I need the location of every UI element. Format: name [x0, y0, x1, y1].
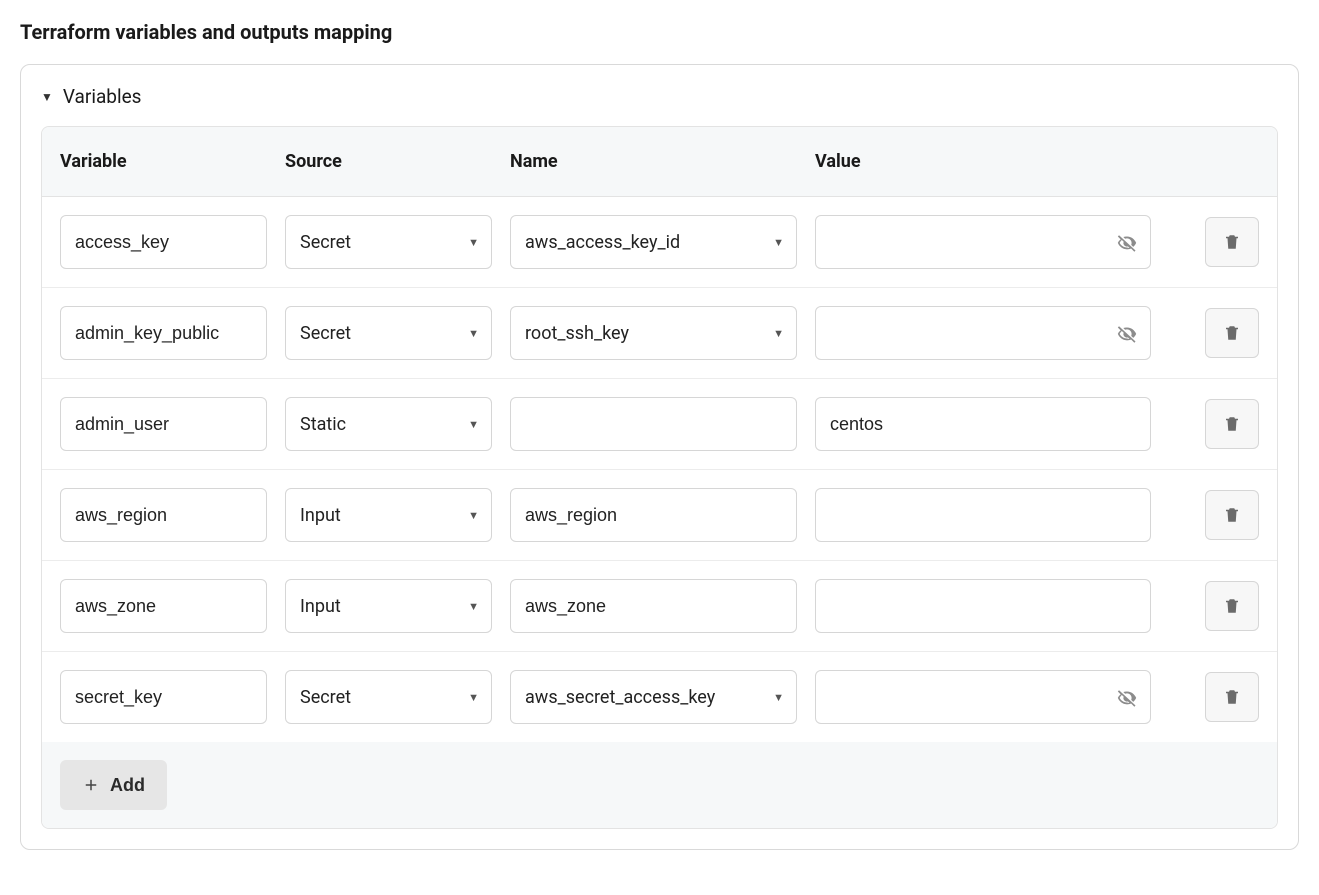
plus-icon: [82, 776, 100, 794]
eye-off-icon[interactable]: [1115, 685, 1139, 709]
trash-icon: [1223, 323, 1241, 343]
caret-down-icon: ▼: [773, 691, 784, 704]
col-name: Name: [510, 151, 815, 172]
add-button[interactable]: Add: [60, 760, 167, 810]
delete-button[interactable]: [1205, 217, 1259, 267]
name-select[interactable]: root_ssh_key ▼: [510, 306, 797, 360]
caret-down-icon: ▼: [468, 509, 479, 522]
name-input[interactable]: [510, 488, 797, 542]
caret-down-icon: ▼: [773, 327, 784, 340]
eye-off-icon[interactable]: [1115, 230, 1139, 254]
source-select[interactable]: Input ▼: [285, 579, 492, 633]
name-select-label: aws_access_key_id: [525, 232, 680, 253]
table-row: Static ▼: [42, 379, 1277, 470]
trash-icon: [1223, 687, 1241, 707]
value-input[interactable]: [815, 306, 1151, 360]
table-row: Secret ▼ aws_access_key_id ▼: [42, 197, 1277, 288]
name-select-label: aws_secret_access_key: [525, 687, 715, 708]
col-actions: [1169, 151, 1259, 172]
source-select-label: Input: [300, 505, 341, 526]
delete-button[interactable]: [1205, 399, 1259, 449]
eye-off-icon[interactable]: [1115, 321, 1139, 345]
table-row: Secret ▼ aws_secret_access_key ▼: [42, 652, 1277, 742]
variable-input[interactable]: [60, 670, 267, 724]
source-select-label: Secret: [300, 687, 351, 708]
trash-icon: [1223, 596, 1241, 616]
table-row: Input ▼: [42, 561, 1277, 652]
caret-down-icon: ▼: [41, 90, 53, 104]
caret-down-icon: ▼: [468, 418, 479, 431]
col-variable: Variable: [60, 151, 285, 172]
source-select-label: Secret: [300, 232, 351, 253]
caret-down-icon: ▼: [468, 600, 479, 613]
source-select[interactable]: Secret ▼: [285, 306, 492, 360]
value-input[interactable]: [815, 579, 1151, 633]
add-button-label: Add: [110, 775, 145, 796]
table-row: Input ▼: [42, 470, 1277, 561]
variable-input[interactable]: [60, 215, 267, 269]
col-value: Value: [815, 151, 1169, 172]
variable-input[interactable]: [60, 397, 267, 451]
delete-button[interactable]: [1205, 490, 1259, 540]
value-input[interactable]: [815, 397, 1151, 451]
section-label: Variables: [63, 85, 142, 108]
variable-input[interactable]: [60, 488, 267, 542]
name-input[interactable]: [510, 579, 797, 633]
source-select[interactable]: Input ▼: [285, 488, 492, 542]
delete-button[interactable]: [1205, 308, 1259, 358]
delete-button[interactable]: [1205, 581, 1259, 631]
page-title: Terraform variables and outputs mapping: [20, 20, 1299, 44]
trash-icon: [1223, 232, 1241, 252]
value-input[interactable]: [815, 488, 1151, 542]
name-select-label: root_ssh_key: [525, 323, 629, 344]
name-select[interactable]: aws_secret_access_key ▼: [510, 670, 797, 724]
variable-input[interactable]: [60, 306, 267, 360]
source-select[interactable]: Static ▼: [285, 397, 492, 451]
name-select[interactable]: aws_access_key_id ▼: [510, 215, 797, 269]
source-select[interactable]: Secret ▼: [285, 215, 492, 269]
source-select-label: Static: [300, 414, 346, 435]
source-select-label: Secret: [300, 323, 351, 344]
table-row: Secret ▼ root_ssh_key ▼: [42, 288, 1277, 379]
value-input[interactable]: [815, 215, 1151, 269]
table-footer: Add: [42, 742, 1277, 828]
trash-icon: [1223, 414, 1241, 434]
caret-down-icon: ▼: [468, 327, 479, 340]
name-input[interactable]: [510, 397, 797, 451]
source-select-label: Input: [300, 596, 341, 617]
table-header: Variable Source Name Value: [42, 127, 1277, 197]
caret-down-icon: ▼: [468, 691, 479, 704]
source-select[interactable]: Secret ▼: [285, 670, 492, 724]
trash-icon: [1223, 505, 1241, 525]
col-source: Source: [285, 151, 510, 172]
variables-table: Variable Source Name Value Secret▼aws_ac…: [41, 126, 1278, 829]
variables-panel: ▼ Variables Variable Source Name Value S…: [20, 64, 1299, 850]
value-input[interactable]: [815, 670, 1151, 724]
caret-down-icon: ▼: [468, 236, 479, 249]
delete-button[interactable]: [1205, 672, 1259, 722]
variable-input[interactable]: [60, 579, 267, 633]
caret-down-icon: ▼: [773, 236, 784, 249]
section-toggle-variables[interactable]: ▼ Variables: [41, 85, 1278, 108]
